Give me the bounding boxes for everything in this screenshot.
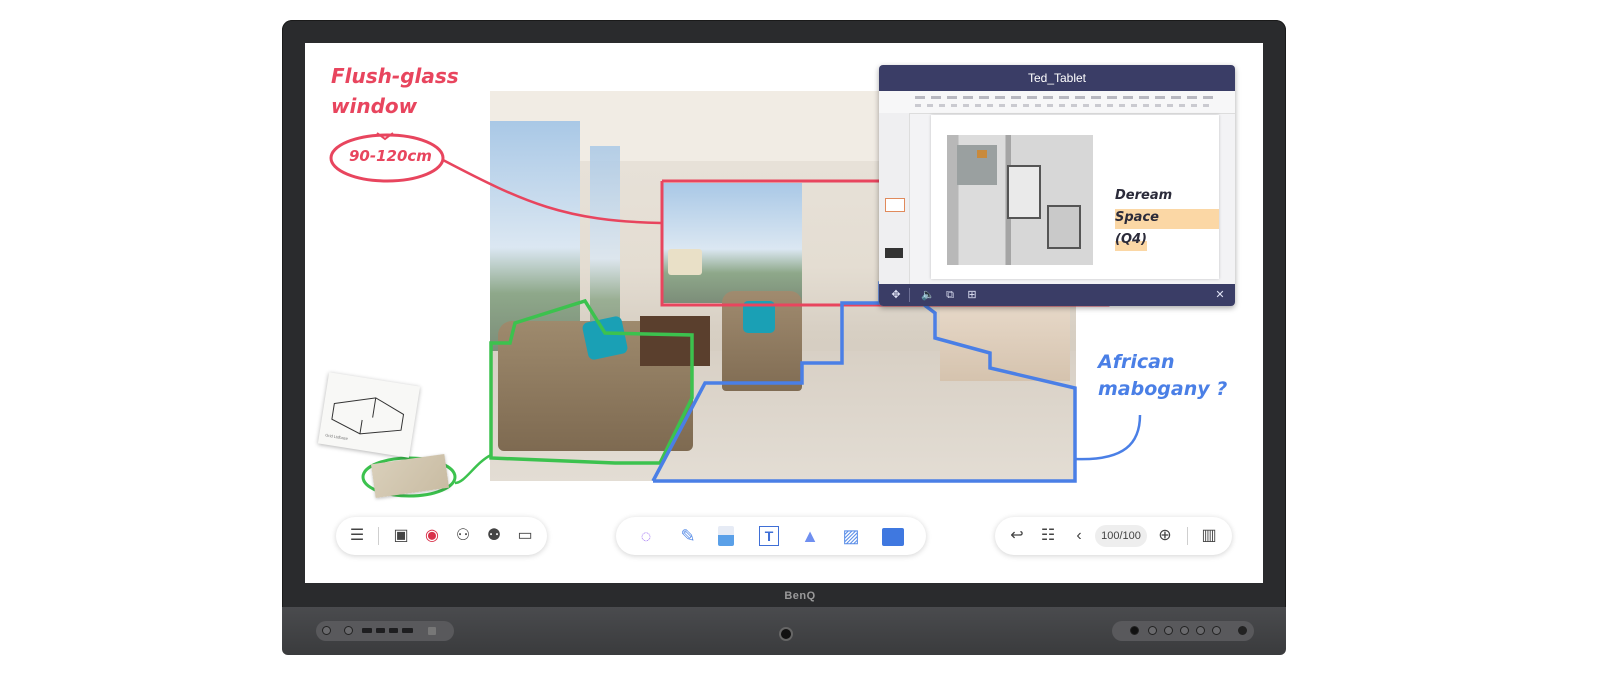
left-toolbar: ☰ ▣ ◉ ⚇ ⚉ ▭ bbox=[336, 517, 547, 555]
usb-port-1[interactable] bbox=[376, 628, 385, 633]
tablet-slide: Deream Space (Q4) bbox=[931, 115, 1219, 279]
window-callout-line bbox=[442, 158, 662, 225]
floor-callout-line bbox=[1074, 414, 1142, 461]
close-icon[interactable]: ✕ bbox=[1213, 288, 1227, 302]
center-toolbar: ◌ ✎ T ▲ ▨ bbox=[616, 517, 926, 555]
sofa-sketch-card[interactable]: Grid Ltdbase bbox=[317, 372, 421, 458]
back-button[interactable] bbox=[1180, 626, 1189, 635]
usb-port-2[interactable] bbox=[389, 628, 398, 633]
size-annotation[interactable]: 90-120cm bbox=[349, 147, 432, 165]
power-port[interactable] bbox=[322, 626, 331, 635]
toolbar-divider bbox=[378, 527, 379, 545]
toolbar-divider bbox=[1187, 527, 1188, 545]
slide-title: Deream Space (Q4) bbox=[1115, 185, 1219, 251]
usb-c-port[interactable] bbox=[362, 628, 372, 633]
camera-sensor bbox=[779, 627, 793, 641]
image-icon[interactable]: ▨ bbox=[841, 526, 861, 546]
volume-down-button[interactable] bbox=[1196, 626, 1205, 635]
right-toolbar: ↩ ☷ ‹ 100/100 ⊕ ▥ bbox=[995, 517, 1232, 555]
page-settings-icon[interactable]: ☷ bbox=[1038, 526, 1058, 546]
tablet-ribbon bbox=[879, 91, 1235, 114]
sofa-highlight-outline bbox=[489, 298, 694, 465]
sensor-dot bbox=[1130, 626, 1139, 635]
volume-icon[interactable]: 🔈 bbox=[921, 288, 935, 302]
previous-page-icon[interactable]: ‹ bbox=[1069, 526, 1089, 546]
floor-plan-image bbox=[947, 135, 1093, 265]
nfc-icon bbox=[428, 627, 436, 635]
front-buttons-panel bbox=[1112, 621, 1254, 641]
mahogany-annotation[interactable]: African mabogany ? bbox=[1098, 349, 1227, 403]
menu-icon[interactable]: ☰ bbox=[347, 526, 367, 546]
pen-icon[interactable]: ✎ bbox=[678, 526, 698, 546]
eraser-icon[interactable] bbox=[718, 526, 738, 546]
screenshot-icon[interactable]: ⧉ bbox=[943, 288, 957, 302]
tablet-cast-window[interactable]: Ted_Tablet Deream Space (Q4) ✥ 🔈 ⧉ ⊞ ✕ bbox=[879, 65, 1235, 306]
brand-logo: BenQ bbox=[784, 590, 816, 602]
share-user-icon[interactable]: ⚉ bbox=[484, 526, 504, 546]
text-icon[interactable]: T bbox=[759, 526, 779, 546]
chat-icon[interactable]: ▭ bbox=[515, 526, 535, 546]
front-ports-panel bbox=[316, 621, 454, 641]
record-icon[interactable]: ◉ bbox=[422, 526, 442, 546]
undo-icon[interactable]: ↩ bbox=[1007, 526, 1027, 546]
home-button[interactable] bbox=[1164, 626, 1173, 635]
tablet-window-title: Ted_Tablet bbox=[879, 65, 1235, 91]
add-user-icon[interactable]: ⚇ bbox=[453, 526, 473, 546]
page-overview-icon[interactable]: ▥ bbox=[1199, 526, 1219, 546]
page-counter[interactable]: 100/100 bbox=[1095, 525, 1147, 547]
power-button[interactable] bbox=[1238, 626, 1247, 635]
add-page-icon[interactable]: ⊕ bbox=[1155, 526, 1175, 546]
hdmi-port[interactable] bbox=[402, 628, 413, 633]
save-icon[interactable]: ▣ bbox=[391, 526, 411, 546]
input-button[interactable] bbox=[1148, 626, 1157, 635]
volume-up-button[interactable] bbox=[1212, 626, 1221, 635]
whiteboard-screen[interactable]: Flush-glass window 90-120cm African mabo… bbox=[305, 43, 1263, 583]
mahogany-line1: African bbox=[1098, 351, 1175, 373]
lasso-select-icon[interactable]: ◌ bbox=[636, 526, 656, 546]
slide-title-line1: Deream Space bbox=[1115, 185, 1219, 229]
tablet-slide-thumbnails[interactable] bbox=[879, 113, 910, 284]
fabric-callout-line bbox=[454, 453, 492, 485]
mahogany-line2: mabogany ? bbox=[1098, 378, 1228, 400]
floor-highlight-outline bbox=[651, 281, 1077, 483]
flush-glass-line1: Flush-glass bbox=[331, 64, 459, 88]
shapes-icon[interactable]: ▲ bbox=[800, 526, 820, 546]
move-icon[interactable]: ✥ bbox=[889, 288, 903, 302]
layout-icon[interactable]: ⊞ bbox=[965, 288, 979, 302]
toolbox-icon[interactable] bbox=[882, 526, 904, 546]
flush-glass-annotation[interactable]: Flush-glass window bbox=[331, 61, 459, 121]
audio-port[interactable] bbox=[344, 626, 353, 635]
flush-glass-line2: window bbox=[331, 94, 418, 118]
tablet-window-controls: ✥ 🔈 ⧉ ⊞ ✕ bbox=[879, 284, 1235, 306]
slide-title-line2: (Q4) bbox=[1115, 229, 1147, 251]
